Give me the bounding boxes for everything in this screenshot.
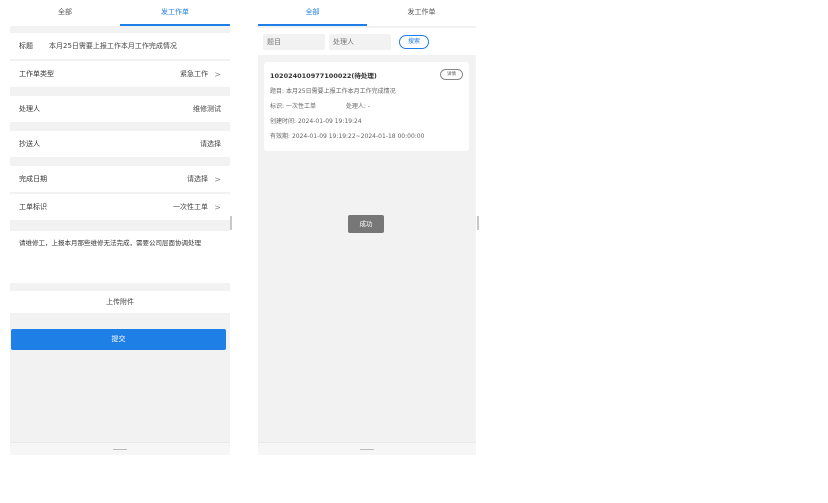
workorder-number: 102024010977100022(待处理)	[270, 72, 377, 80]
cc-label: 抄送人	[19, 140, 40, 148]
create-workorder-panel: 全部 发工作单 标题 本月25日需要上报工作本月工作完成情况 工作单类型 紧急工…	[10, 0, 230, 455]
workorder-tag-line: 标识: 一次性工单 处理人: -	[270, 101, 463, 110]
workorder-type-label: 工作单类型	[19, 70, 54, 78]
content-textarea[interactable]: 请维修工，上报本月那些维修无法完成，需要公司层面协调处理	[10, 231, 230, 283]
workorder-tag-field[interactable]: 工单标识 一次性工单 >	[10, 194, 230, 221]
handler-search-input[interactable]	[329, 33, 391, 50]
success-toast: 成功	[348, 215, 384, 233]
submit-button[interactable]: 提交	[11, 329, 226, 350]
drag-handle[interactable]	[113, 449, 127, 450]
handler-label: 处理人	[19, 105, 40, 113]
card-handler-label: 处理人:	[345, 103, 366, 110]
cc-field[interactable]: 抄送人 请选择	[10, 131, 230, 158]
completion-date-field[interactable]: 完成日期 请选择 >	[10, 166, 230, 193]
chevron-right-icon: >	[214, 174, 221, 184]
workorder-tag-value: 一次性工单	[173, 203, 208, 211]
tab-create-workorder[interactable]: 发工作单	[120, 0, 230, 26]
tab-bar: 全部 发工作单	[10, 0, 230, 26]
resize-handle-left[interactable]	[230, 216, 232, 230]
created-label: 创建时间:	[270, 118, 297, 125]
topic-value: 本月25日需要上报工作本月工作完成情况	[285, 88, 396, 95]
bottom-bar	[10, 442, 230, 455]
cc-value: 请选择	[200, 140, 221, 148]
card-handler-value: -	[367, 103, 370, 110]
valid-label: 有效期:	[270, 133, 291, 140]
handler-value: 维修测试	[193, 105, 221, 113]
completion-date-label: 完成日期	[19, 175, 47, 183]
chevron-right-icon: >	[214, 69, 221, 79]
tab-bar: 全部 发工作单	[258, 0, 476, 26]
tab-create-workorder[interactable]: 发工作单	[367, 0, 476, 26]
title-search-input[interactable]	[263, 33, 325, 50]
detail-button[interactable]: 详情	[440, 69, 463, 80]
created-value: 2024-01-09 19:19:24	[297, 118, 362, 125]
workorder-tag-label: 工单标识	[19, 203, 47, 211]
tab-all[interactable]: 全部	[10, 0, 120, 26]
completion-date-value: 请选择	[187, 175, 208, 183]
tag-label: 标识:	[270, 103, 285, 110]
topic-label: 题目:	[270, 88, 285, 95]
valid-value: 2024-01-09 19:19:22~2024-01-18 00:00:00	[291, 133, 425, 140]
workorder-created-time: 创建时间: 2024-01-09 19:19:24	[270, 116, 463, 125]
handler-field[interactable]: 处理人 维修测试	[10, 96, 230, 123]
workorder-type-field[interactable]: 工作单类型 紧急工作 >	[10, 61, 230, 88]
upload-attachment-button[interactable]: 上传附件	[10, 291, 230, 313]
tag-value: 一次性工单	[285, 103, 316, 110]
workorder-validity: 有效期: 2024-01-09 19:19:22~2024-01-18 00:0…	[270, 131, 463, 140]
drag-handle[interactable]	[360, 449, 374, 450]
workorder-topic: 题目: 本月25日需要上报工作本月工作完成情况	[270, 86, 463, 95]
bottom-bar	[258, 442, 476, 455]
title-label: 标题	[19, 42, 33, 50]
workorder-list-panel: 全部 发工作单 搜索 102024010977100022(待处理) 详情 题目…	[258, 0, 476, 455]
workorder-card[interactable]: 102024010977100022(待处理) 详情 题目: 本月25日需要上报…	[264, 62, 469, 151]
title-value[interactable]: 本月25日需要上报工作本月工作完成情况	[33, 41, 221, 51]
search-bar: 搜索	[258, 28, 476, 55]
resize-handle-right[interactable]	[477, 216, 479, 230]
search-button[interactable]: 搜索	[399, 34, 430, 49]
chevron-right-icon: >	[214, 202, 221, 212]
workorder-type-value: 紧急工作	[180, 70, 208, 78]
title-field[interactable]: 标题 本月25日需要上报工作本月工作完成情况	[10, 33, 230, 60]
tab-all[interactable]: 全部	[258, 0, 367, 26]
